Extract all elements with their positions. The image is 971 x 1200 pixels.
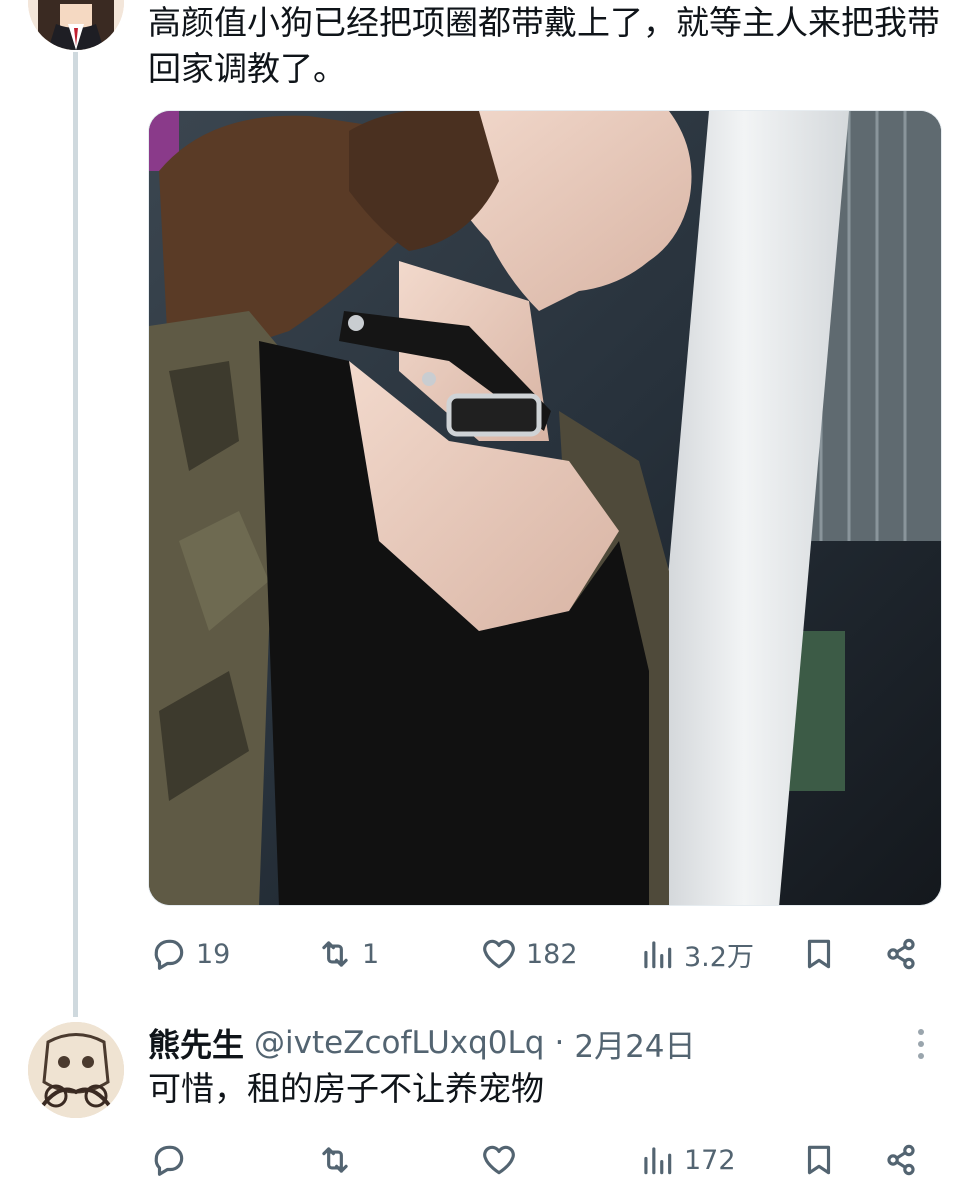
views-icon	[644, 941, 672, 969]
reply-bookmark-button[interactable]	[800, 1132, 838, 1188]
heart-icon	[483, 1145, 515, 1175]
post-actions: 19 1 182 3.2万	[148, 926, 948, 982]
reply-date[interactable]: 2月24日	[574, 1021, 695, 1066]
reply-author-name[interactable]: 熊先生	[148, 1020, 244, 1066]
reply-reply-button[interactable]	[150, 1132, 188, 1188]
post-photo	[149, 111, 941, 905]
more-icon[interactable]	[906, 1026, 936, 1062]
reply-button[interactable]: 19	[150, 926, 230, 982]
bookmark-button[interactable]	[800, 926, 838, 982]
reply-avatar[interactable]	[28, 1022, 124, 1118]
share-icon	[887, 1144, 915, 1176]
reply-avatar-illustration	[28, 1022, 124, 1118]
repost-button[interactable]: 1	[316, 926, 379, 982]
share-button[interactable]	[882, 926, 920, 982]
thread-line	[73, 52, 78, 1017]
like-button[interactable]: 182	[480, 926, 578, 982]
views-count: 3.2万	[684, 941, 754, 973]
avatar[interactable]	[28, 0, 124, 50]
reply-actions: 172	[148, 1132, 948, 1188]
reply-count: 19	[196, 938, 231, 970]
reply-text: 可惜，租的房子不让养宠物	[148, 1069, 544, 1108]
avatar-illustration	[28, 0, 124, 50]
separator-dot: ·	[554, 1025, 565, 1061]
post-image[interactable]	[148, 110, 942, 906]
reply-icon	[154, 1145, 184, 1176]
reply-author-handle[interactable]: @ivteZcofLUxq0Lq	[254, 1025, 544, 1061]
share-icon	[887, 938, 915, 970]
reply-like-button[interactable]	[480, 1132, 518, 1188]
reply-repost-button[interactable]	[316, 1132, 354, 1188]
views-icon	[644, 1147, 672, 1175]
views-button[interactable]: 3.2万	[638, 926, 754, 982]
reply-share-button[interactable]	[882, 1132, 920, 1188]
repost-icon	[322, 1147, 348, 1173]
repost-icon	[322, 941, 348, 967]
heart-icon	[483, 939, 515, 969]
like-count: 182	[526, 938, 578, 970]
repost-count: 1	[362, 938, 380, 970]
reply-header: 熊先生 @ivteZcofLUxq0Lq · 2月24日	[148, 1020, 928, 1066]
reply-icon	[154, 939, 184, 970]
bookmark-icon	[807, 1145, 831, 1175]
reply-views-count: 172	[684, 1144, 736, 1176]
reply-views-button[interactable]: 172	[638, 1132, 736, 1188]
bookmark-icon	[807, 939, 831, 969]
post-text: 高颜值小狗已经把项圈都带戴上了，就等主人来把我带回家调教了。	[148, 3, 940, 88]
